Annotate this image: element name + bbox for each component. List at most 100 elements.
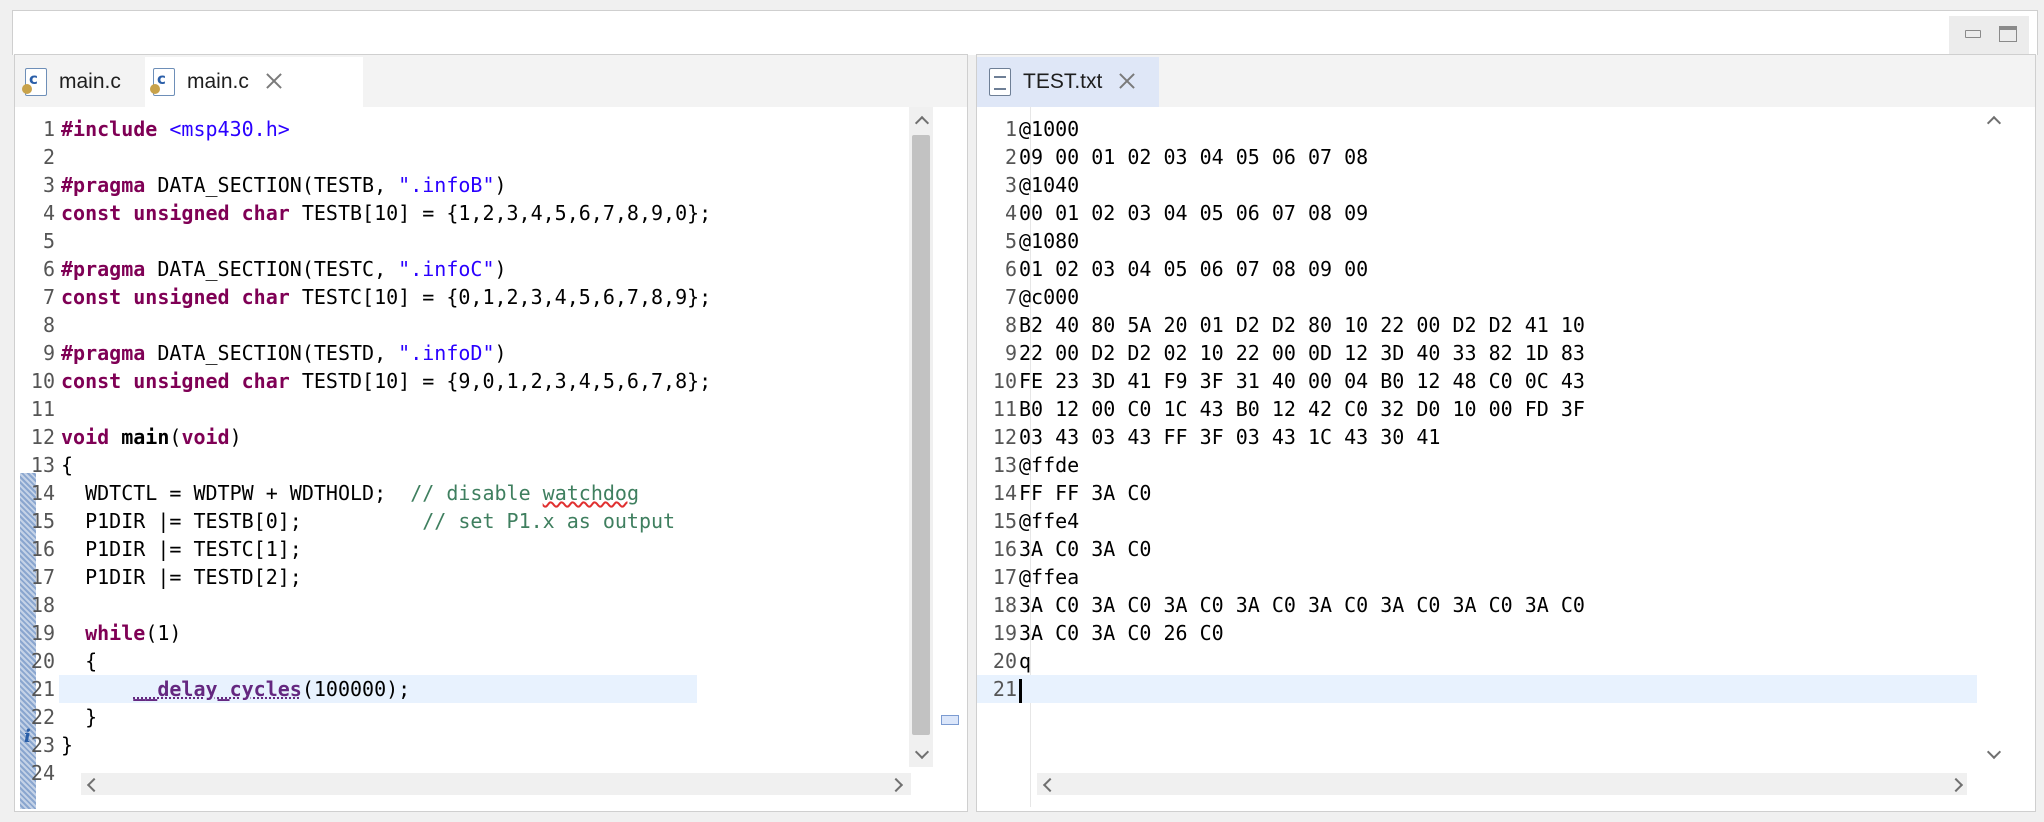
code-line[interactable]: 4 00 01 02 03 04 05 06 07 08 09	[977, 199, 1977, 227]
scroll-thumb[interactable]	[912, 135, 930, 735]
code-line[interactable]: 13 @ffde	[977, 451, 1977, 479]
line-number: 2	[42, 145, 55, 169]
scroll-up-icon[interactable]	[1987, 113, 1999, 125]
code-line[interactable]: 10 FE 23 3D 41 F9 3F 31 40 00 04 B0 12 48…	[977, 367, 1977, 395]
code-line[interactable]: 9 22 00 D2 D2 02 10 22 00 0D 12 3D 40 33 …	[977, 339, 1977, 367]
code-line[interactable]: 12 03 43 03 43 FF 3F 03 43 1C 43 30 41	[977, 423, 1977, 451]
code-line[interactable]: 15 P1DIR |= TESTB[0]; // set P1.x as out…	[15, 507, 697, 535]
code-line[interactable]: 10 const unsigned char TESTD[10] = {9,0,1…	[15, 367, 711, 395]
code-editor[interactable]: i 1 #include <msp430.h> 2 3 #pragma DATA_SEC…	[15, 107, 967, 811]
code-line[interactable]: 11	[15, 395, 697, 423]
line-number: 4	[1004, 201, 1017, 225]
code-line[interactable]: 17 @ffea	[977, 563, 1977, 591]
code-line[interactable]: 6 #pragma DATA_SECTION(TESTC, ".infoC")	[15, 255, 697, 283]
code-line[interactable]: 15 @ffe4	[977, 507, 1977, 535]
code-line[interactable]: 5 @1080	[977, 227, 1977, 255]
code-line[interactable]: 13{	[15, 451, 697, 479]
line-text: void main(void)	[61, 425, 242, 449]
overview-ruler-marker[interactable]	[941, 715, 959, 725]
horizontal-scrollbar[interactable]	[1037, 773, 1967, 795]
line-number: 11	[30, 397, 55, 421]
tab-main-c-1[interactable]: main.c	[22, 57, 141, 107]
code-line[interactable]: 7 const unsigned char TESTC[10] = {0,1,2,…	[15, 283, 711, 311]
code-line[interactable]: 20 {	[15, 647, 697, 675]
scroll-right-icon[interactable]	[1951, 778, 1963, 790]
code-line[interactable]: 5	[15, 227, 697, 255]
code-line[interactable]: 21	[977, 675, 1977, 703]
code-line[interactable]: 8 B2 40 80 5A 20 01 D2 D2 80 10 22 00 D2 …	[977, 311, 1977, 339]
line-number: 12	[992, 425, 1017, 449]
code-line[interactable]: 11 B0 12 00 C0 1C 43 B0 12 42 C0 32 D0 10…	[977, 395, 1977, 423]
code-line[interactable]: 1 #include <msp430.h>	[15, 115, 697, 143]
line-text: 3A C0 3A C0 3A C0 3A C0 3A C0 3A C0 3A C…	[1019, 593, 1585, 617]
right-tab-strip: TEST.txt	[977, 55, 2035, 108]
tab-test-txt[interactable]: TEST.txt	[977, 57, 1159, 107]
maximize-icon[interactable]	[1997, 24, 2017, 42]
line-text: #pragma DATA_SECTION(TESTD, ".infoD")	[61, 341, 507, 365]
close-icon[interactable]	[263, 71, 285, 93]
code-line[interactable]: 21 __delay_cycles(100000);	[15, 675, 697, 703]
code-line[interactable]: 3 #pragma DATA_SECTION(TESTB, ".infoB")	[15, 171, 697, 199]
close-icon[interactable]	[1116, 71, 1138, 93]
code-line[interactable]: 16 3A C0 3A C0	[977, 535, 1977, 563]
line-text	[1019, 675, 1022, 703]
code-line[interactable]: 3 @1040	[977, 171, 1977, 199]
code-line[interactable]: 2	[15, 143, 697, 171]
line-number: 24	[30, 761, 55, 785]
minimize-icon[interactable]	[1963, 24, 1983, 42]
line-number: 12	[30, 425, 55, 449]
code-line[interactable]: 19 3A C0 3A C0 26 C0	[977, 619, 1977, 647]
code-line[interactable]: 7 @c000	[977, 283, 1977, 311]
scroll-down-icon[interactable]	[1987, 747, 1999, 759]
line-number: 5	[1004, 229, 1017, 253]
line-number: 18	[992, 593, 1017, 617]
code-line[interactable]: 18 3A C0 3A C0 3A C0 3A C0 3A C0 3A C0 3A…	[977, 591, 1977, 619]
scroll-up-icon[interactable]	[915, 113, 927, 125]
code-line[interactable]: 14 WDTCTL = WDTPW + WDTHOLD; // disable …	[15, 479, 697, 507]
scroll-left-icon[interactable]	[85, 778, 97, 790]
code-line[interactable]: 19 while(1)	[15, 619, 697, 647]
code-line[interactable]: 12 void main(void)	[15, 423, 697, 451]
line-number: 17	[992, 565, 1017, 589]
text-editor[interactable]: 1 @1000 2 09 00 01 02 03 04 05 06 07 08 3 @10…	[977, 107, 2035, 811]
code-line[interactable]: 18	[15, 591, 697, 619]
code-line[interactable]: 16 P1DIR |= TESTC[1];	[15, 535, 697, 563]
code-line[interactable]: 22 }	[15, 703, 697, 731]
code-line[interactable]: 8	[15, 311, 697, 339]
line-text: @ffde	[1019, 453, 1080, 477]
window-controls	[1949, 16, 2029, 54]
line-text: #pragma DATA_SECTION(TESTC, ".infoC")	[61, 257, 507, 281]
line-text: #pragma DATA_SECTION(TESTB, ".infoB")	[61, 173, 507, 197]
line-number: 4	[42, 201, 55, 225]
code-line[interactable]: 4 const unsigned char TESTB[10] = {1,2,3,…	[15, 199, 711, 227]
line-number: 16	[30, 537, 55, 561]
code-line[interactable]: 1 @1000	[977, 115, 1977, 143]
scroll-down-icon[interactable]	[915, 747, 927, 759]
line-text: const unsigned char TESTB[10] = {1,2,3,4…	[61, 201, 712, 225]
line-text: P1DIR |= TESTD[2];	[61, 565, 302, 589]
horizontal-scrollbar[interactable]	[81, 773, 911, 795]
line-text: const unsigned char TESTC[10] = {0,1,2,3…	[61, 285, 712, 309]
vertical-scrollbar[interactable]	[1981, 107, 2005, 767]
scroll-right-icon[interactable]	[891, 778, 903, 790]
code-line[interactable]: 20 q	[977, 647, 1977, 675]
line-number: 19	[992, 621, 1017, 645]
code-line[interactable]: 9 #pragma DATA_SECTION(TESTD, ".infoD")	[15, 339, 697, 367]
line-text: 22 00 D2 D2 02 10 22 00 0D 12 3D 40 33 8…	[1019, 341, 1585, 365]
line-number: 13	[30, 453, 55, 477]
code-line[interactable]: 2 09 00 01 02 03 04 05 06 07 08	[977, 143, 1977, 171]
code-line[interactable]: 14 FF FF 3A C0	[977, 479, 1977, 507]
line-number: 3	[1004, 173, 1017, 197]
line-number: 15	[30, 509, 55, 533]
tab-label: main.c	[187, 70, 249, 93]
line-number: 15	[992, 509, 1017, 533]
line-number: 1	[1004, 117, 1017, 141]
code-line[interactable]: 23}	[15, 731, 697, 759]
scroll-left-icon[interactable]	[1041, 778, 1053, 790]
tab-main-c-2[interactable]: main.c	[145, 57, 363, 107]
line-text: @c000	[1019, 285, 1080, 309]
code-line[interactable]: 17 P1DIR |= TESTD[2];	[15, 563, 697, 591]
code-line[interactable]: 6 01 02 03 04 05 06 07 08 09 00	[977, 255, 1977, 283]
vertical-scrollbar[interactable]	[909, 107, 933, 767]
line-number: 11	[992, 397, 1017, 421]
